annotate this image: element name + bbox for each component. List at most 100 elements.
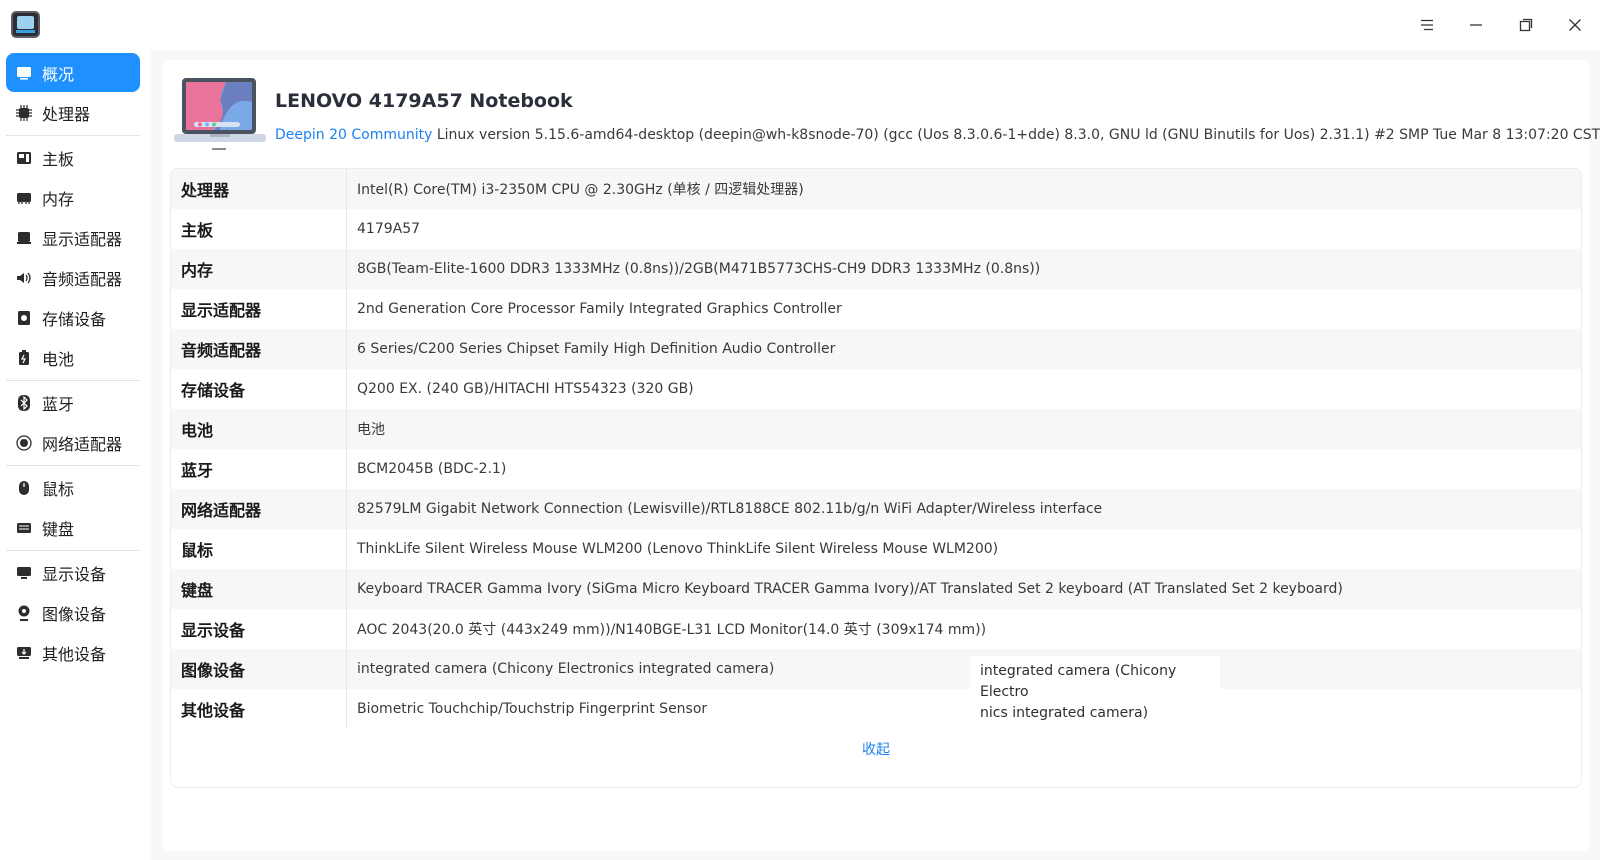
row-key: 电池	[171, 409, 347, 449]
row-value: Q200 EX. (240 GB)/HITACHI HTS54323 (320 …	[357, 381, 694, 397]
sidebar-item-label: 音频适配器	[42, 269, 123, 289]
table-row: 音频适配器 6 Series/C200 Series Chipset Famil…	[171, 329, 1581, 369]
tooltip-line: integrated camera (Chicony Electro	[980, 663, 1177, 700]
sidebar-item-overview[interactable]: 概况	[6, 53, 140, 92]
row-key: 主板	[171, 209, 347, 249]
display-adapter-icon	[14, 228, 34, 248]
sidebar-item-keyboard[interactable]: 键盘	[6, 508, 140, 547]
sidebar-item-bluetooth[interactable]: 蓝牙	[6, 383, 140, 422]
sidebar-item-label: 主板	[42, 149, 75, 169]
collapse-button[interactable]: 收起	[171, 729, 1581, 769]
table-row: 键盘 Keyboard TRACER Gamma Ivory (SiGma Mi…	[171, 569, 1581, 609]
os-description: Deepin 20 Community Linux version 5.15.6…	[275, 127, 1600, 143]
row-key: 内存	[171, 249, 347, 289]
row-value: AOC 2043(20.0 英寸 (443x249 mm))/N140BGE-L…	[357, 622, 987, 638]
close-icon[interactable]	[1550, 0, 1600, 50]
laptop-icon	[174, 78, 266, 150]
sidebar-item-memory[interactable]: 内存	[6, 178, 140, 217]
table-row: 显示适配器 2nd Generation Core Processor Fami…	[171, 289, 1581, 329]
row-key: 音频适配器	[171, 329, 347, 369]
sidebar: 概况 处理器 主板 内存 显示适配器 音频适配器 存储设备 电池 蓝牙 网络适配…	[0, 50, 151, 860]
row-value: Keyboard TRACER Gamma Ivory (SiGma Micro…	[357, 581, 1343, 597]
sidebar-divider	[6, 135, 140, 136]
other-device-icon	[14, 643, 34, 663]
row-value: Biometric Touchchip/Touchstrip Fingerpri…	[357, 701, 708, 717]
sidebar-item-battery[interactable]: 电池	[6, 338, 140, 377]
sidebar-item-label: 网络适配器	[42, 434, 123, 454]
row-value: Intel(R) Core(TM) i3-2350M CPU @ 2.30GHz…	[357, 182, 804, 198]
battery-icon	[14, 348, 34, 368]
app-icon	[11, 11, 40, 38]
network-icon	[14, 433, 34, 453]
camera-icon	[14, 603, 34, 623]
sidebar-item-motherboard[interactable]: 主板	[6, 138, 140, 177]
row-value: 电池	[357, 422, 385, 438]
sidebar-item-label: 存储设备	[42, 309, 107, 329]
sidebar-item-network[interactable]: 网络适配器	[6, 423, 140, 462]
menu-icon[interactable]	[1402, 0, 1452, 50]
sidebar-item-audio[interactable]: 音频适配器	[6, 258, 140, 297]
row-key: 显示设备	[171, 609, 347, 649]
sidebar-item-camera[interactable]: 图像设备	[6, 593, 140, 632]
row-key: 处理器	[171, 169, 347, 209]
sidebar-item-label: 概况	[42, 64, 75, 84]
row-key: 鼠标	[171, 529, 347, 569]
os-detail: Linux version 5.15.6-amd64-desktop (deep…	[432, 127, 1600, 143]
titlebar	[0, 0, 1600, 50]
monitor-icon	[14, 563, 34, 583]
row-key: 显示适配器	[171, 289, 347, 329]
sidebar-item-mouse[interactable]: 鼠标	[6, 468, 140, 507]
overview-panel: LENOVO 4179A57 Notebook Deepin 20 Commun…	[162, 60, 1600, 851]
table-row: 其他设备 Biometric Touchchip/Touchstrip Fing…	[171, 689, 1581, 729]
row-key: 键盘	[171, 569, 347, 609]
row-key: 存储设备	[171, 369, 347, 409]
sidebar-item-storage[interactable]: 存储设备	[6, 298, 140, 337]
overview-icon	[14, 63, 34, 83]
sidebar-item-monitor[interactable]: 显示设备	[6, 553, 140, 592]
table-row: 处理器 Intel(R) Core(TM) i3-2350M CPU @ 2.3…	[171, 169, 1581, 209]
maximize-icon[interactable]	[1501, 0, 1551, 50]
table-row: 内存 8GB(Team-Elite-1600 DDR3 1333MHz (0.8…	[171, 249, 1581, 289]
sidebar-divider	[6, 550, 140, 551]
row-value: ThinkLife Silent Wireless Mouse WLM200 (…	[357, 541, 999, 557]
row-key: 图像设备	[171, 649, 347, 689]
table-row: 网络适配器 82579LM Gigabit Network Connection…	[171, 489, 1581, 529]
memory-icon	[14, 188, 34, 208]
sidebar-item-cpu[interactable]: 处理器	[6, 93, 140, 132]
device-title: LENOVO 4179A57 Notebook	[275, 90, 573, 112]
table-row: 图像设备 integrated camera (Chicony Electron…	[171, 649, 1581, 689]
table-row: 存储设备 Q200 EX. (240 GB)/HITACHI HTS54323 …	[171, 369, 1581, 409]
sidebar-item-display-adapter[interactable]: 显示适配器	[6, 218, 140, 257]
row-value: 2nd Generation Core Processor Family Int…	[357, 301, 842, 317]
row-key: 其他设备	[171, 689, 347, 729]
minimize-icon[interactable]	[1451, 0, 1501, 50]
motherboard-icon	[14, 148, 34, 168]
table-row: 电池 电池	[171, 409, 1581, 449]
os-link[interactable]: Deepin 20 Community	[275, 127, 432, 143]
sidebar-item-label: 处理器	[42, 104, 91, 124]
sidebar-item-label: 蓝牙	[42, 394, 75, 414]
sidebar-item-label: 电池	[42, 349, 75, 369]
row-value: 6 Series/C200 Series Chipset Family High…	[357, 341, 836, 357]
row-value: 82579LM Gigabit Network Connection (Lewi…	[357, 501, 1103, 517]
keyboard-icon	[14, 518, 34, 538]
audio-icon	[14, 268, 34, 288]
tooltip: integrated camera (Chicony Electro nics …	[970, 656, 1220, 729]
mouse-icon	[14, 478, 34, 498]
table-row: 显示设备 AOC 2043(20.0 英寸 (443x249 mm))/N140…	[171, 609, 1581, 649]
sidebar-item-label: 显示设备	[42, 564, 107, 584]
bluetooth-icon	[14, 393, 34, 413]
row-key: 蓝牙	[171, 449, 347, 489]
cpu-icon	[14, 103, 34, 123]
sidebar-item-other[interactable]: 其他设备	[6, 633, 140, 672]
row-value: 8GB(Team-Elite-1600 DDR3 1333MHz (0.8ns)…	[357, 261, 1041, 277]
sidebar-item-label: 其他设备	[42, 644, 107, 664]
row-value: 4179A57	[357, 221, 421, 237]
sidebar-item-label: 键盘	[42, 519, 75, 539]
sidebar-item-label: 内存	[42, 189, 75, 209]
row-key: 网络适配器	[171, 489, 347, 529]
storage-icon	[14, 308, 34, 328]
row-value: BCM2045B (BDC-2.1)	[357, 461, 507, 477]
table-row: 蓝牙 BCM2045B (BDC-2.1)	[171, 449, 1581, 489]
row-value: integrated camera (Chicony Electronics i…	[357, 661, 775, 677]
